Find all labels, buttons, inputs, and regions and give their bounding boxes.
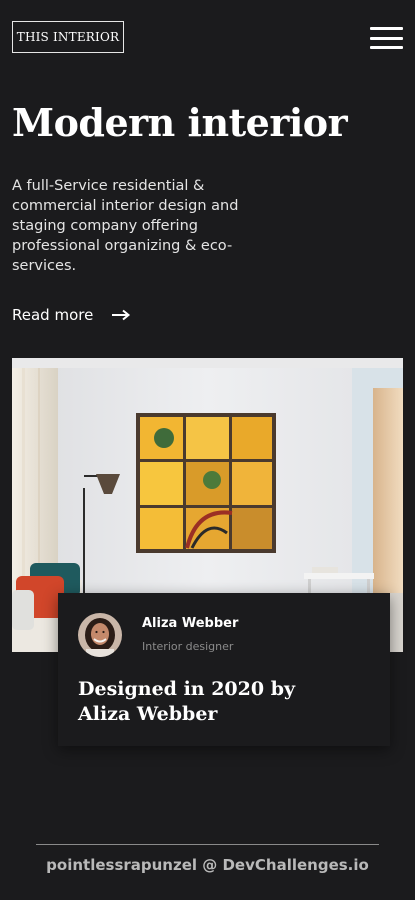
menu-bar [370, 46, 403, 49]
author-role: Interior designer [142, 640, 234, 653]
arrow-right-icon [112, 309, 131, 321]
avatar [78, 613, 122, 657]
hero-description: A full-Service residential & commercial … [12, 178, 239, 274]
read-more-label: Read more [12, 306, 94, 324]
footer-divider [36, 844, 379, 845]
menu-bar [370, 36, 403, 40]
hamburger-menu-icon[interactable] [370, 27, 403, 49]
card-title: Designed in 2020 by Aliza Webber [78, 678, 296, 725]
footer-credit[interactable]: pointlessrapunzel @ DevChallenges.io [0, 856, 415, 874]
hero-title: Modern interior [12, 100, 348, 145]
read-more-link[interactable]: Read more [12, 306, 131, 324]
designer-card[interactable]: Aliza Webber Interior designer Designed … [58, 593, 390, 746]
logo[interactable]: THIS INTERIOR [12, 21, 124, 53]
menu-bar [370, 27, 403, 30]
author-name: Aliza Webber [142, 616, 239, 631]
